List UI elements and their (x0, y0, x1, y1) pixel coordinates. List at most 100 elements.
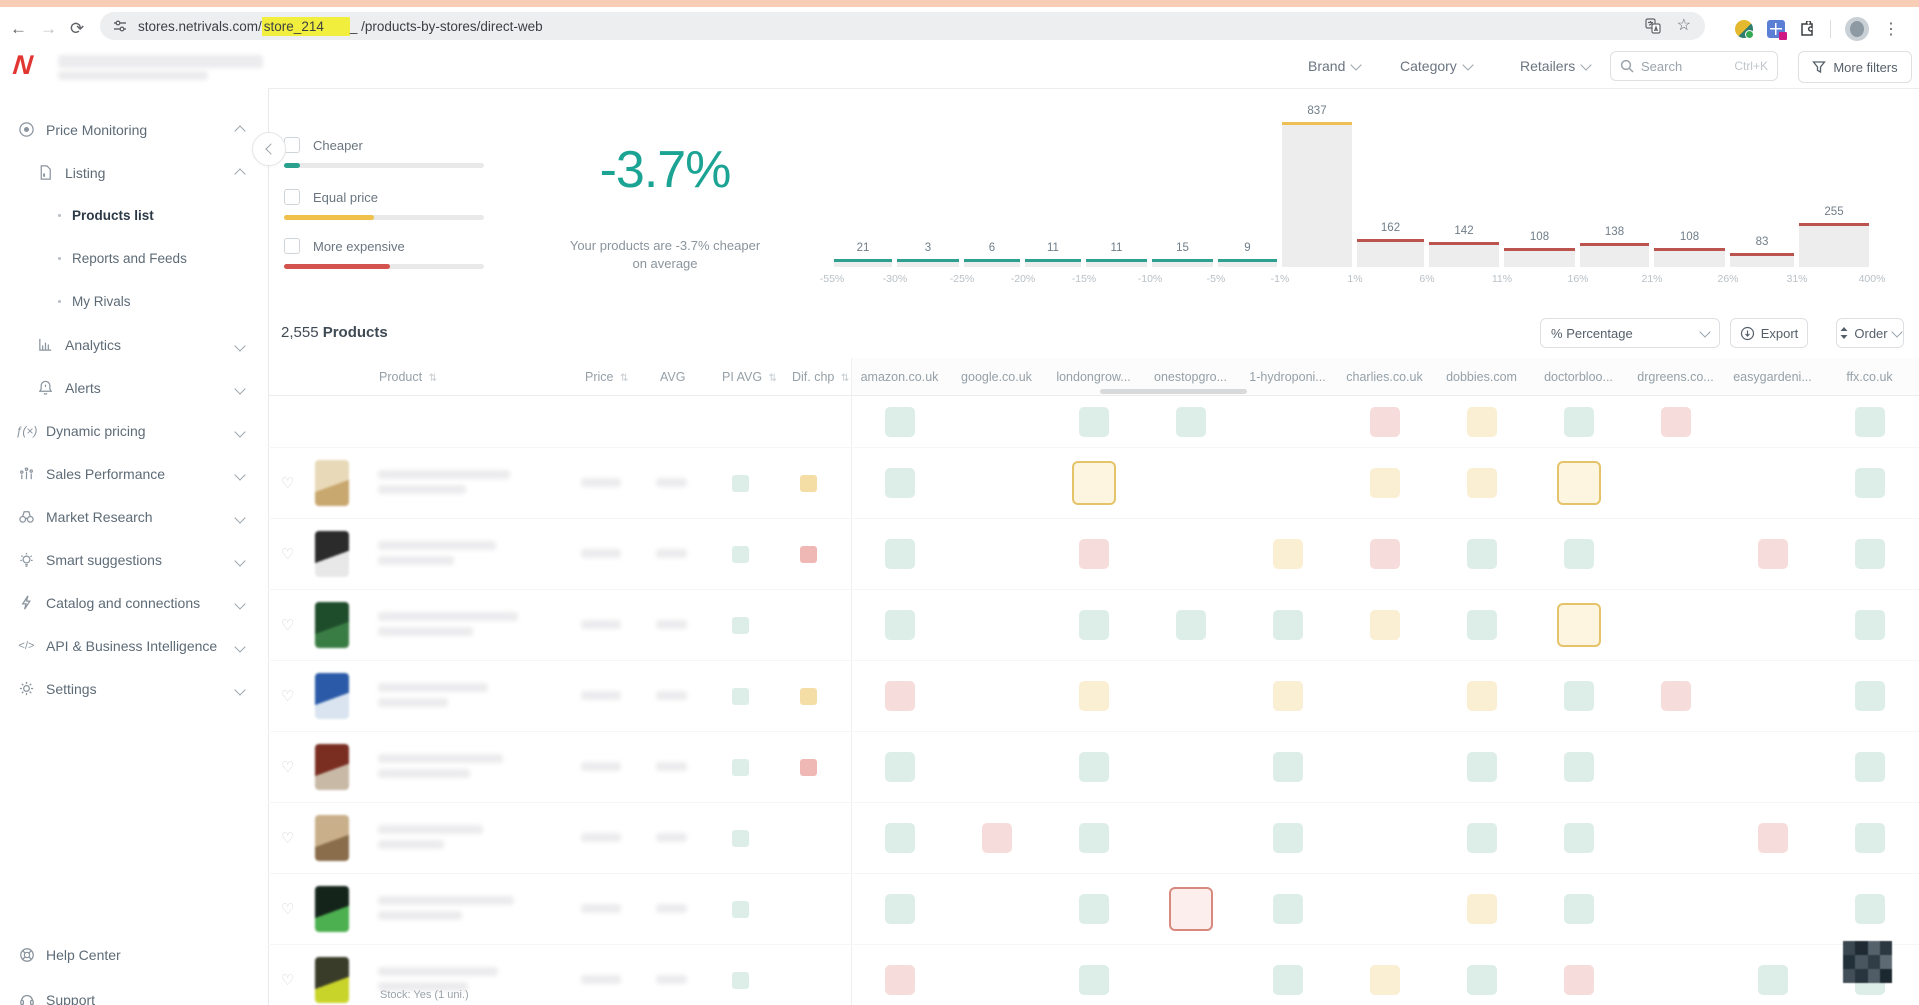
retailers-filter-dropdown[interactable]: Retailers (1520, 58, 1590, 74)
translate-icon[interactable] (1645, 18, 1661, 34)
product-thumbnail[interactable] (315, 602, 349, 648)
retailer-price-cell[interactable] (1557, 603, 1601, 647)
retailer-price-cell[interactable] (1370, 965, 1400, 995)
export-button[interactable]: Export (1730, 318, 1808, 348)
retailer-price-cell[interactable] (1079, 823, 1109, 853)
retailer-price-cell[interactable] (1557, 461, 1601, 505)
retailer-price-cell[interactable] (982, 823, 1012, 853)
favorite-heart-icon[interactable]: ♡ (281, 758, 294, 776)
checkbox[interactable] (284, 238, 300, 254)
column-header-product[interactable]: Product ⇅ (379, 370, 437, 384)
horizontal-scrollbar-thumb[interactable] (1100, 389, 1247, 394)
retailer-price-cell[interactable] (885, 681, 915, 711)
product-thumbnail[interactable] (315, 815, 349, 861)
browser-forward-button[interactable]: → (40, 20, 57, 37)
extensions-puzzle-icon[interactable] (1799, 21, 1816, 38)
address-bar[interactable]: stores.netrivals.com/store_214_ /product… (100, 12, 1705, 40)
retailer-column-header[interactable]: doctorbloo... (1530, 370, 1627, 384)
retailer-price-cell[interactable] (1079, 539, 1109, 569)
histogram-bar[interactable] (1504, 248, 1575, 267)
retailer-column-header[interactable]: charlies.co.uk (1336, 370, 1433, 384)
browser-reload-button[interactable]: ⟳ (70, 20, 84, 37)
retailer-price-cell[interactable] (1467, 823, 1497, 853)
histogram-bar[interactable] (1730, 253, 1794, 267)
retailer-price-cell[interactable] (1564, 681, 1594, 711)
table-row[interactable] (0, 397, 1919, 447)
retailer-column-header[interactable]: amazon.co.uk (851, 370, 948, 384)
category-filter-dropdown[interactable]: Category (1400, 58, 1472, 74)
retailer-price-cell[interactable] (1273, 610, 1303, 640)
histogram-bar[interactable] (1152, 259, 1213, 267)
histogram-bar[interactable] (1429, 242, 1499, 267)
column-header-dif-chp[interactable]: Dif. chp ⇅ (792, 370, 849, 384)
favorite-heart-icon[interactable]: ♡ (281, 971, 294, 989)
table-row[interactable]: ♡ (0, 731, 1919, 802)
retailer-price-cell[interactable] (1564, 965, 1594, 995)
retailer-price-cell[interactable] (1467, 610, 1497, 640)
checkbox[interactable] (284, 137, 300, 153)
retailer-price-cell[interactable] (1079, 752, 1109, 782)
favorite-heart-icon[interactable]: ♡ (281, 616, 294, 634)
retailer-price-cell[interactable] (1758, 539, 1788, 569)
table-row[interactable]: ♡ (0, 447, 1919, 518)
percentage-mode-select[interactable]: % Percentage (1540, 318, 1720, 348)
histogram-bar[interactable] (1580, 243, 1649, 267)
retailer-price-cell[interactable] (885, 468, 915, 498)
product-thumbnail[interactable] (315, 673, 349, 719)
retailer-price-cell[interactable] (885, 894, 915, 924)
table-row[interactable]: ♡ (0, 589, 1919, 660)
product-thumbnail[interactable] (315, 744, 349, 790)
table-row[interactable]: ♡ (0, 944, 1919, 1005)
retailer-column-header[interactable]: dobbies.com (1433, 370, 1530, 384)
retailer-price-cell[interactable] (1273, 539, 1303, 569)
table-row[interactable]: ♡ (0, 518, 1919, 589)
retailer-price-cell[interactable] (1079, 681, 1109, 711)
retailer-price-cell[interactable] (1079, 894, 1109, 924)
retailer-price-cell[interactable] (1564, 823, 1594, 853)
histogram-bar[interactable] (1799, 223, 1869, 267)
histogram-bar[interactable] (1086, 259, 1147, 267)
retailer-price-cell[interactable] (1661, 681, 1691, 711)
retailer-price-cell[interactable] (1176, 610, 1206, 640)
filter-equal-price[interactable]: Equal price (284, 189, 504, 210)
column-header-pi-avg[interactable]: PI AVG ⇅ (722, 370, 777, 384)
filter-more-expensive[interactable]: More expensive (284, 238, 504, 259)
retailer-price-cell[interactable] (1072, 461, 1116, 505)
sidebar-item-reports-and-feeds[interactable]: Reports and Feeds (0, 237, 268, 280)
sidebar-item-analytics[interactable]: Analytics (0, 323, 268, 366)
retailer-column-header[interactable]: onestopgro... (1142, 370, 1239, 384)
browser-menu-icon[interactable]: ⋮ (1883, 19, 1899, 39)
favorite-heart-icon[interactable]: ♡ (281, 474, 294, 492)
retailer-price-cell[interactable] (1079, 965, 1109, 995)
bookmark-star-icon[interactable]: ☆ (1677, 18, 1691, 34)
retailer-price-cell[interactable] (1169, 887, 1213, 931)
retailer-price-cell[interactable] (1564, 894, 1594, 924)
retailer-column-header[interactable]: londongrow... (1045, 370, 1142, 384)
product-thumbnail[interactable] (315, 531, 349, 577)
browser-back-button[interactable]: ← (10, 20, 27, 37)
histogram-bar[interactable] (1654, 248, 1725, 267)
retailer-price-cell[interactable] (1467, 407, 1497, 437)
histogram-bar[interactable] (964, 259, 1020, 267)
more-filters-button[interactable]: More filters (1798, 51, 1912, 83)
favorite-heart-icon[interactable]: ♡ (281, 900, 294, 918)
retailer-price-cell[interactable] (885, 610, 915, 640)
retailer-price-cell[interactable] (1467, 965, 1497, 995)
filter-cheaper[interactable]: Cheaper (284, 137, 504, 158)
sidebar-item-listing[interactable]: Listing (0, 151, 268, 194)
retailer-price-cell[interactable] (1370, 407, 1400, 437)
retailer-price-cell[interactable] (1855, 468, 1885, 498)
site-info-icon[interactable] (112, 18, 128, 34)
histogram-bar[interactable] (1218, 259, 1277, 267)
retailer-price-cell[interactable] (1564, 539, 1594, 569)
retailer-price-cell[interactable] (1758, 965, 1788, 995)
histogram-bar[interactable] (1025, 259, 1081, 267)
retailer-price-cell[interactable] (1855, 894, 1885, 924)
retailer-price-cell[interactable] (1273, 965, 1303, 995)
retailer-price-cell[interactable] (1855, 681, 1885, 711)
retailer-price-cell[interactable] (1564, 752, 1594, 782)
product-thumbnail[interactable] (315, 460, 349, 506)
brand-filter-dropdown[interactable]: Brand (1308, 58, 1360, 74)
retailer-column-header[interactable]: ffx.co.uk (1821, 370, 1918, 384)
retailer-price-cell[interactable] (1855, 407, 1885, 437)
